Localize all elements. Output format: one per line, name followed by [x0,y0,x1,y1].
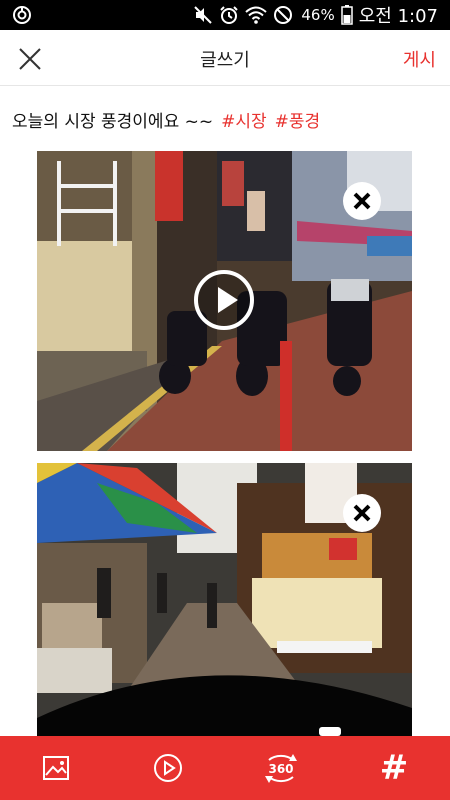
add-360-button[interactable]: 360 [261,748,301,788]
post-body-text: 오늘의 시장 풍경이에요 ~~ [12,112,214,132]
alarm-icon [220,6,239,24]
hashtag[interactable]: #시장 [221,112,267,132]
360-icon: 360 [265,754,297,783]
hashtag-icon: # [379,748,409,788]
page-title: 글쓰기 [200,50,250,71]
play-icon[interactable] [193,269,255,331]
icon-360-label: 360 [268,762,293,776]
hashtag[interactable]: #풍경 [275,112,321,132]
battery-percent: 46% [301,6,335,24]
video-icon [154,754,182,782]
add-video-button[interactable] [148,748,188,788]
app-bar: 글쓰기 게시 [0,30,450,86]
post-text-input[interactable]: 오늘의 시장 풍경이에요 ~~ #시장 #풍경 [12,107,320,132]
video-attachment[interactable] [37,151,412,451]
mute-icon [194,6,213,24]
app-notification-icon [13,6,31,24]
photo-attachment[interactable] [37,463,412,736]
clock: 오전 1:07 [358,6,438,27]
add-image-button[interactable] [36,748,76,788]
do-not-disturb-icon [274,6,293,24]
image-icon [43,756,69,780]
close-icon [353,504,371,522]
remove-media-button[interactable] [343,494,381,532]
add-hashtag-button[interactable]: # [374,748,414,788]
battery-icon [340,5,353,25]
close-icon [353,192,371,210]
remove-media-button[interactable] [343,182,381,220]
wifi-icon [245,6,268,24]
post-button[interactable]: 게시 [403,46,436,72]
status-bar: 46% 오전 1:07 [0,0,450,30]
bottom-toolbar: 360 # [0,736,450,800]
